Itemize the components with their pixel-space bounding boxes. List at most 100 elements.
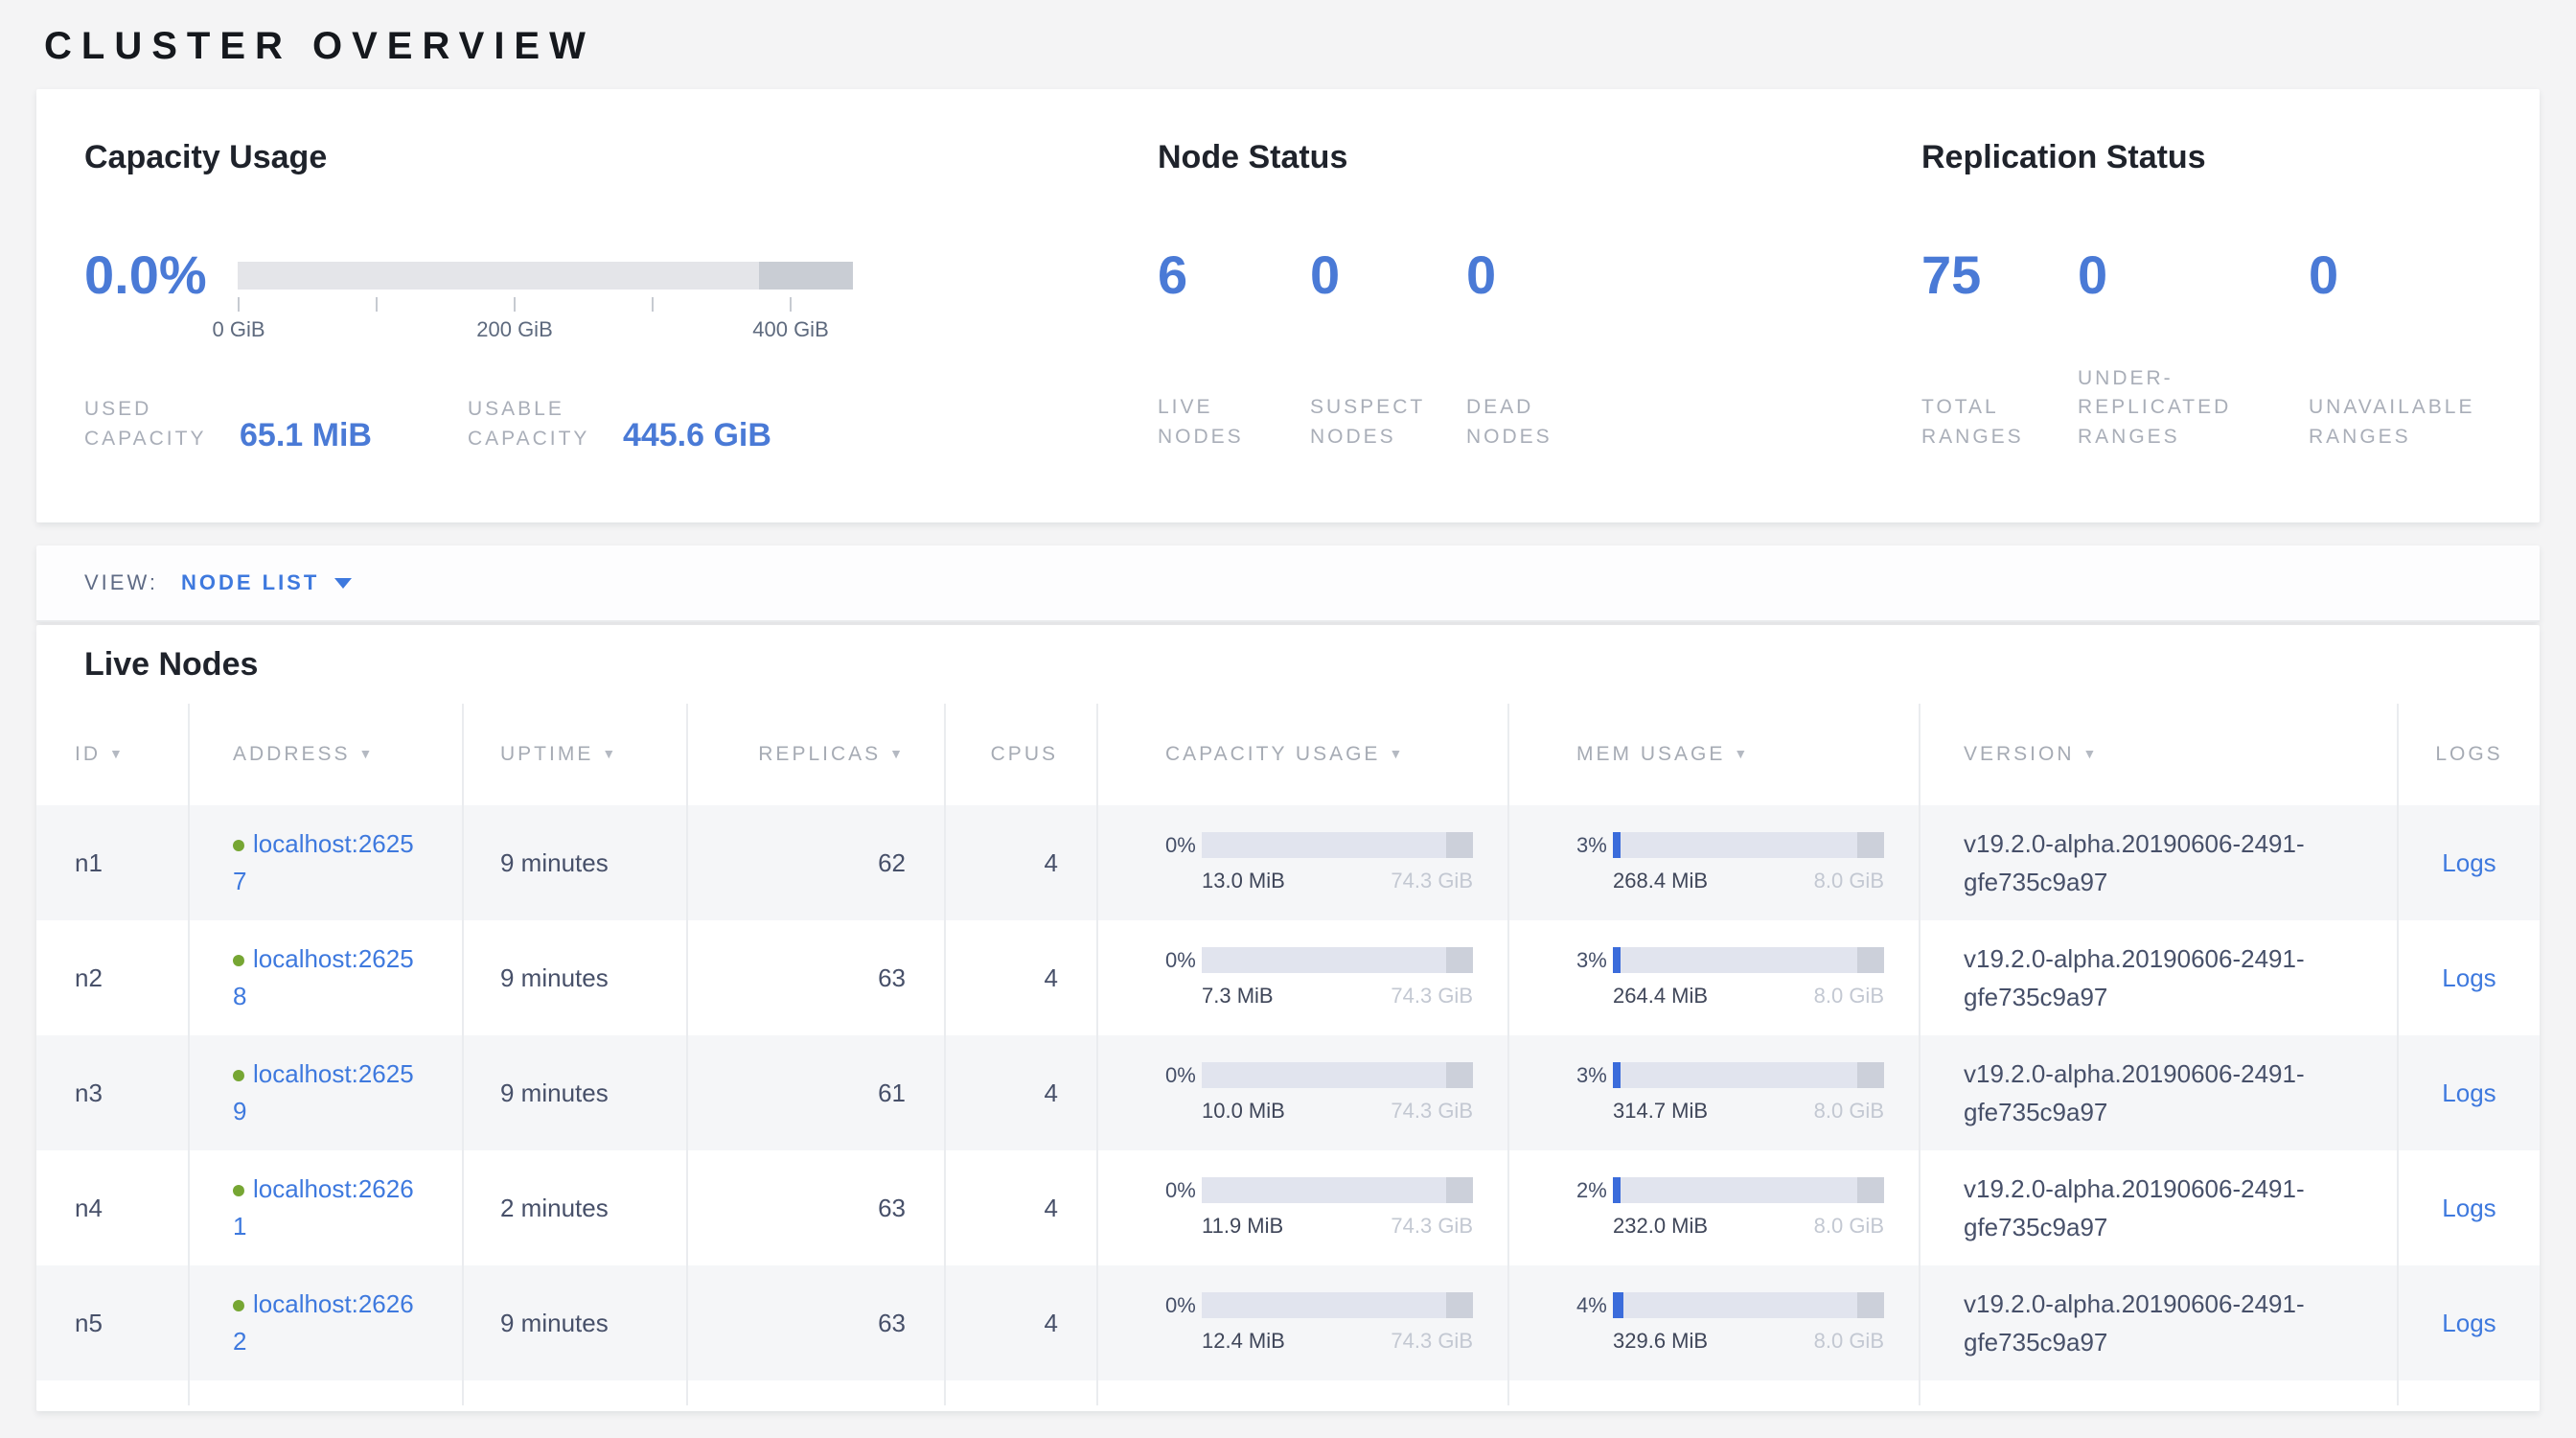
usage-meter-top: 0% bbox=[1165, 947, 1474, 973]
usage-used-value: 232.0 MiB bbox=[1613, 1214, 1708, 1239]
version-cell: v19.2.0-alpha.20190606-2491-gfe735c9a97 bbox=[1920, 920, 2398, 1035]
dead-nodes-stat: 0 DEAD NODES bbox=[1466, 248, 1677, 452]
usage-used-value: 11.9 MiB bbox=[1202, 1214, 1283, 1239]
usable-capacity-label: USABLE CAPACITY bbox=[468, 395, 623, 453]
logs-cell: Logs bbox=[2398, 1150, 2540, 1265]
logs-link[interactable]: Logs bbox=[2442, 1309, 2496, 1337]
usage-meter: 0%7.3 MiB74.3 GiB bbox=[1165, 947, 1474, 1009]
column-header-address[interactable]: ADDRESS▼ bbox=[189, 704, 463, 805]
column-header-replicas[interactable]: REPLICAS▼ bbox=[687, 704, 945, 805]
stat-value: 6 bbox=[1158, 248, 1310, 302]
address-link[interactable]: localhost:26259 bbox=[233, 1059, 414, 1125]
usage-percent-label: 3% bbox=[1576, 948, 1613, 973]
column-header-id[interactable]: ID ▼ bbox=[36, 704, 189, 805]
column-header-label: UPTIME bbox=[500, 743, 593, 765]
address-cell: localhost:26262 bbox=[189, 1265, 463, 1380]
logs-link[interactable]: Logs bbox=[2442, 963, 2496, 992]
mem-bar bbox=[1613, 832, 1884, 858]
usage-values: 10.0 MiB74.3 GiB bbox=[1202, 1099, 1473, 1124]
usage-reserved-segment bbox=[1446, 1292, 1473, 1318]
address-link[interactable]: localhost:26258 bbox=[233, 944, 414, 1010]
total-ranges-stat: 75 TOTAL RANGES bbox=[1921, 248, 2078, 452]
usage-reserved-segment bbox=[1857, 1062, 1884, 1088]
unavailable-ranges-stat: 0 UNAVAILABLE RANGES bbox=[2309, 248, 2529, 452]
usage-meter-top: 4% bbox=[1576, 1292, 1885, 1318]
capacity-bar bbox=[1202, 947, 1473, 973]
usage-meter: 0% 10.0 MiB74.3 GiB bbox=[1165, 1062, 1474, 1124]
mem-usage-cell: 3%314.7 MiB8.0 GiB bbox=[1508, 1035, 1920, 1150]
address-wrap: localhost:26262 bbox=[233, 1286, 421, 1360]
chevron-down-icon[interactable] bbox=[334, 578, 352, 589]
usage-used-value: 10.0 MiB bbox=[1202, 1099, 1285, 1124]
usage-meter-top: 0% bbox=[1165, 1292, 1474, 1318]
axis-tick bbox=[514, 297, 516, 312]
used-capacity-label: USED CAPACITY bbox=[84, 395, 240, 453]
used-capacity-stat: USED CAPACITY 65.1 MiB bbox=[84, 395, 372, 453]
column-header-mem[interactable]: MEM USAGE▼ bbox=[1508, 704, 1920, 805]
usage-meter-top: 3% bbox=[1576, 947, 1885, 973]
usage-percent-label: 0% bbox=[1165, 1178, 1202, 1203]
live-status-dot-icon bbox=[233, 1070, 244, 1081]
usage-meter-top: 3% bbox=[1576, 832, 1885, 858]
replicas-cell: 62 bbox=[687, 805, 945, 920]
usage-used-value: 264.4 MiB bbox=[1613, 984, 1708, 1009]
mem-bar bbox=[1613, 1062, 1884, 1088]
usage-meter-top: 2% bbox=[1576, 1177, 1885, 1203]
column-header-version[interactable]: VERSION▼ bbox=[1920, 704, 2398, 805]
address-link[interactable]: localhost:26257 bbox=[233, 829, 414, 895]
usable-capacity-stat: USABLE CAPACITY 445.6 GiB bbox=[468, 395, 771, 453]
node-id-cell: n1 bbox=[36, 805, 189, 920]
usage-values: 329.6 MiB8.0 GiB bbox=[1613, 1329, 1884, 1354]
summary-card: Capacity Usage 0.0% 0 GiB 200 GiB 400 Gi… bbox=[36, 89, 2540, 522]
axis-tick-label: 400 GiB bbox=[752, 317, 829, 342]
address-wrap: localhost:26261 bbox=[233, 1171, 421, 1245]
column-header-uptime[interactable]: UPTIME▼ bbox=[463, 704, 687, 805]
capacity-usage-cell: 0%11.9 MiB74.3 GiB bbox=[1097, 1150, 1508, 1265]
capacity-bar bbox=[1202, 1292, 1473, 1318]
suspect-nodes-stat: 0 SUSPECT NODES bbox=[1310, 248, 1466, 452]
usage-reserved-segment bbox=[1446, 1177, 1473, 1203]
replicas-cell: 63 bbox=[687, 1265, 945, 1380]
column-header-label: CPUS bbox=[991, 743, 1058, 765]
column-header-label: ID bbox=[75, 743, 101, 765]
live-status-dot-icon bbox=[233, 1185, 244, 1196]
usage-values: 232.0 MiB8.0 GiB bbox=[1613, 1214, 1884, 1239]
address-link[interactable]: localhost:26262 bbox=[233, 1289, 414, 1356]
node-list-dropdown[interactable]: NODE LIST bbox=[181, 570, 319, 595]
cpus-cell: 4 bbox=[945, 1035, 1097, 1150]
usage-percent-label: 3% bbox=[1576, 833, 1613, 858]
usage-meter-top: 0% bbox=[1165, 1062, 1474, 1088]
axis-tick bbox=[238, 297, 240, 312]
sort-icon: ▼ bbox=[1734, 746, 1750, 761]
capacity-usage-cell: 0%7.3 MiB74.3 GiB bbox=[1097, 920, 1508, 1035]
stat-label: SUSPECT NODES bbox=[1310, 393, 1420, 452]
column-header-label: REPLICAS bbox=[758, 743, 881, 765]
logs-link[interactable]: Logs bbox=[2442, 1078, 2496, 1107]
usage-meter: 4% 329.6 MiB8.0 GiB bbox=[1576, 1292, 1885, 1354]
column-header-capacity[interactable]: CAPACITY USAGE▼ bbox=[1097, 704, 1508, 805]
live-status-dot-icon bbox=[233, 1300, 244, 1311]
usage-fill bbox=[1613, 832, 1621, 858]
address-link[interactable]: localhost:26261 bbox=[233, 1174, 414, 1241]
node-id-cell: n5 bbox=[36, 1265, 189, 1380]
stat-label: TOTAL RANGES bbox=[1921, 393, 2038, 452]
usage-used-value: 329.6 MiB bbox=[1613, 1329, 1708, 1354]
mem-usage-cell: 4% 329.6 MiB8.0 GiB bbox=[1508, 1265, 1920, 1380]
table-row: n4localhost:262612 minutes6340%11.9 MiB7… bbox=[36, 1150, 2540, 1265]
capacity-bar bbox=[1202, 1177, 1473, 1203]
usage-percent-label: 0% bbox=[1165, 948, 1202, 973]
sort-icon: ▼ bbox=[109, 746, 126, 761]
capacity-bar-reserved-segment bbox=[759, 262, 853, 290]
partial-cell bbox=[687, 1380, 945, 1405]
logs-link[interactable]: Logs bbox=[2442, 1194, 2496, 1222]
usage-meter: 0%11.9 MiB74.3 GiB bbox=[1165, 1177, 1474, 1239]
view-bar: VIEW: NODE LIST bbox=[36, 545, 2540, 622]
table-row: n3localhost:262599 minutes6140%10.0 MiB7… bbox=[36, 1035, 2540, 1150]
mem-bar bbox=[1613, 1177, 1884, 1203]
usage-total-value: 8.0 GiB bbox=[1814, 984, 1884, 1009]
usage-reserved-segment bbox=[1857, 832, 1884, 858]
usage-meter: 0%13.0 MiB74.3 GiB bbox=[1165, 832, 1474, 893]
address-cell: localhost:26259 bbox=[189, 1035, 463, 1150]
logs-link[interactable]: Logs bbox=[2442, 848, 2496, 877]
live-nodes-title: Live Nodes bbox=[84, 646, 2540, 684]
